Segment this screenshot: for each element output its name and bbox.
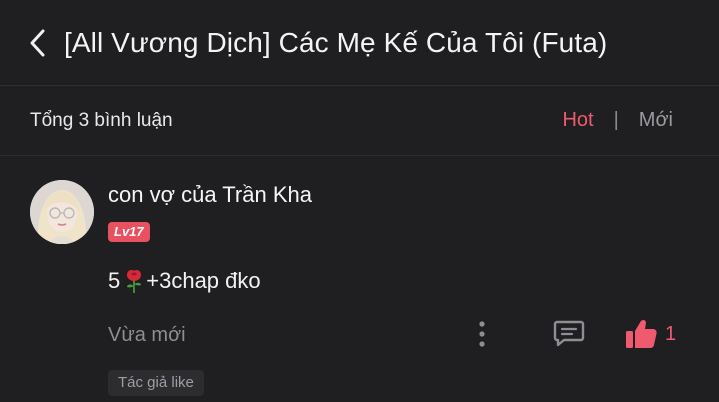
rose-icon <box>124 268 144 294</box>
comment-time: Vừa mới <box>108 324 186 346</box>
level-badge: Lv17 <box>108 222 150 242</box>
comment-item: con vợ của Trần Kha Lv17 5 +3chap đko Vừ… <box>0 156 719 402</box>
comment-username[interactable]: con vợ của Trần Kha <box>108 182 312 208</box>
like-count: 1 <box>665 323 677 345</box>
sort-hot-tab[interactable]: Hot <box>562 109 593 132</box>
sort-tabs: Hot | Mới <box>562 109 673 132</box>
chevron-left-icon[interactable] <box>28 26 50 60</box>
comments-bar: Tổng 3 bình luận Hot | Mới <box>0 86 719 156</box>
author-like-badge: Tác giả like <box>108 370 204 396</box>
thumbs-up-icon[interactable] <box>624 318 658 350</box>
page-header: [All Vương Dịch] Các Mẹ Kế Của Tôi (Futa… <box>0 0 719 86</box>
page-title: [All Vương Dịch] Các Mẹ Kế Của Tôi (Futa… <box>64 26 608 58</box>
more-vertical-icon[interactable] <box>472 320 492 348</box>
sort-new-tab[interactable]: Mới <box>639 109 673 132</box>
reply-icon[interactable] <box>552 318 586 348</box>
avatar[interactable] <box>30 180 94 244</box>
comment-text-before: 5 <box>108 268 121 293</box>
comment-text-after: +3chap đko <box>146 268 261 293</box>
comment-text: 5 +3chap đko <box>108 268 261 294</box>
comments-count: Tổng 3 bình luận <box>30 109 173 131</box>
sort-separator: | <box>613 109 619 131</box>
